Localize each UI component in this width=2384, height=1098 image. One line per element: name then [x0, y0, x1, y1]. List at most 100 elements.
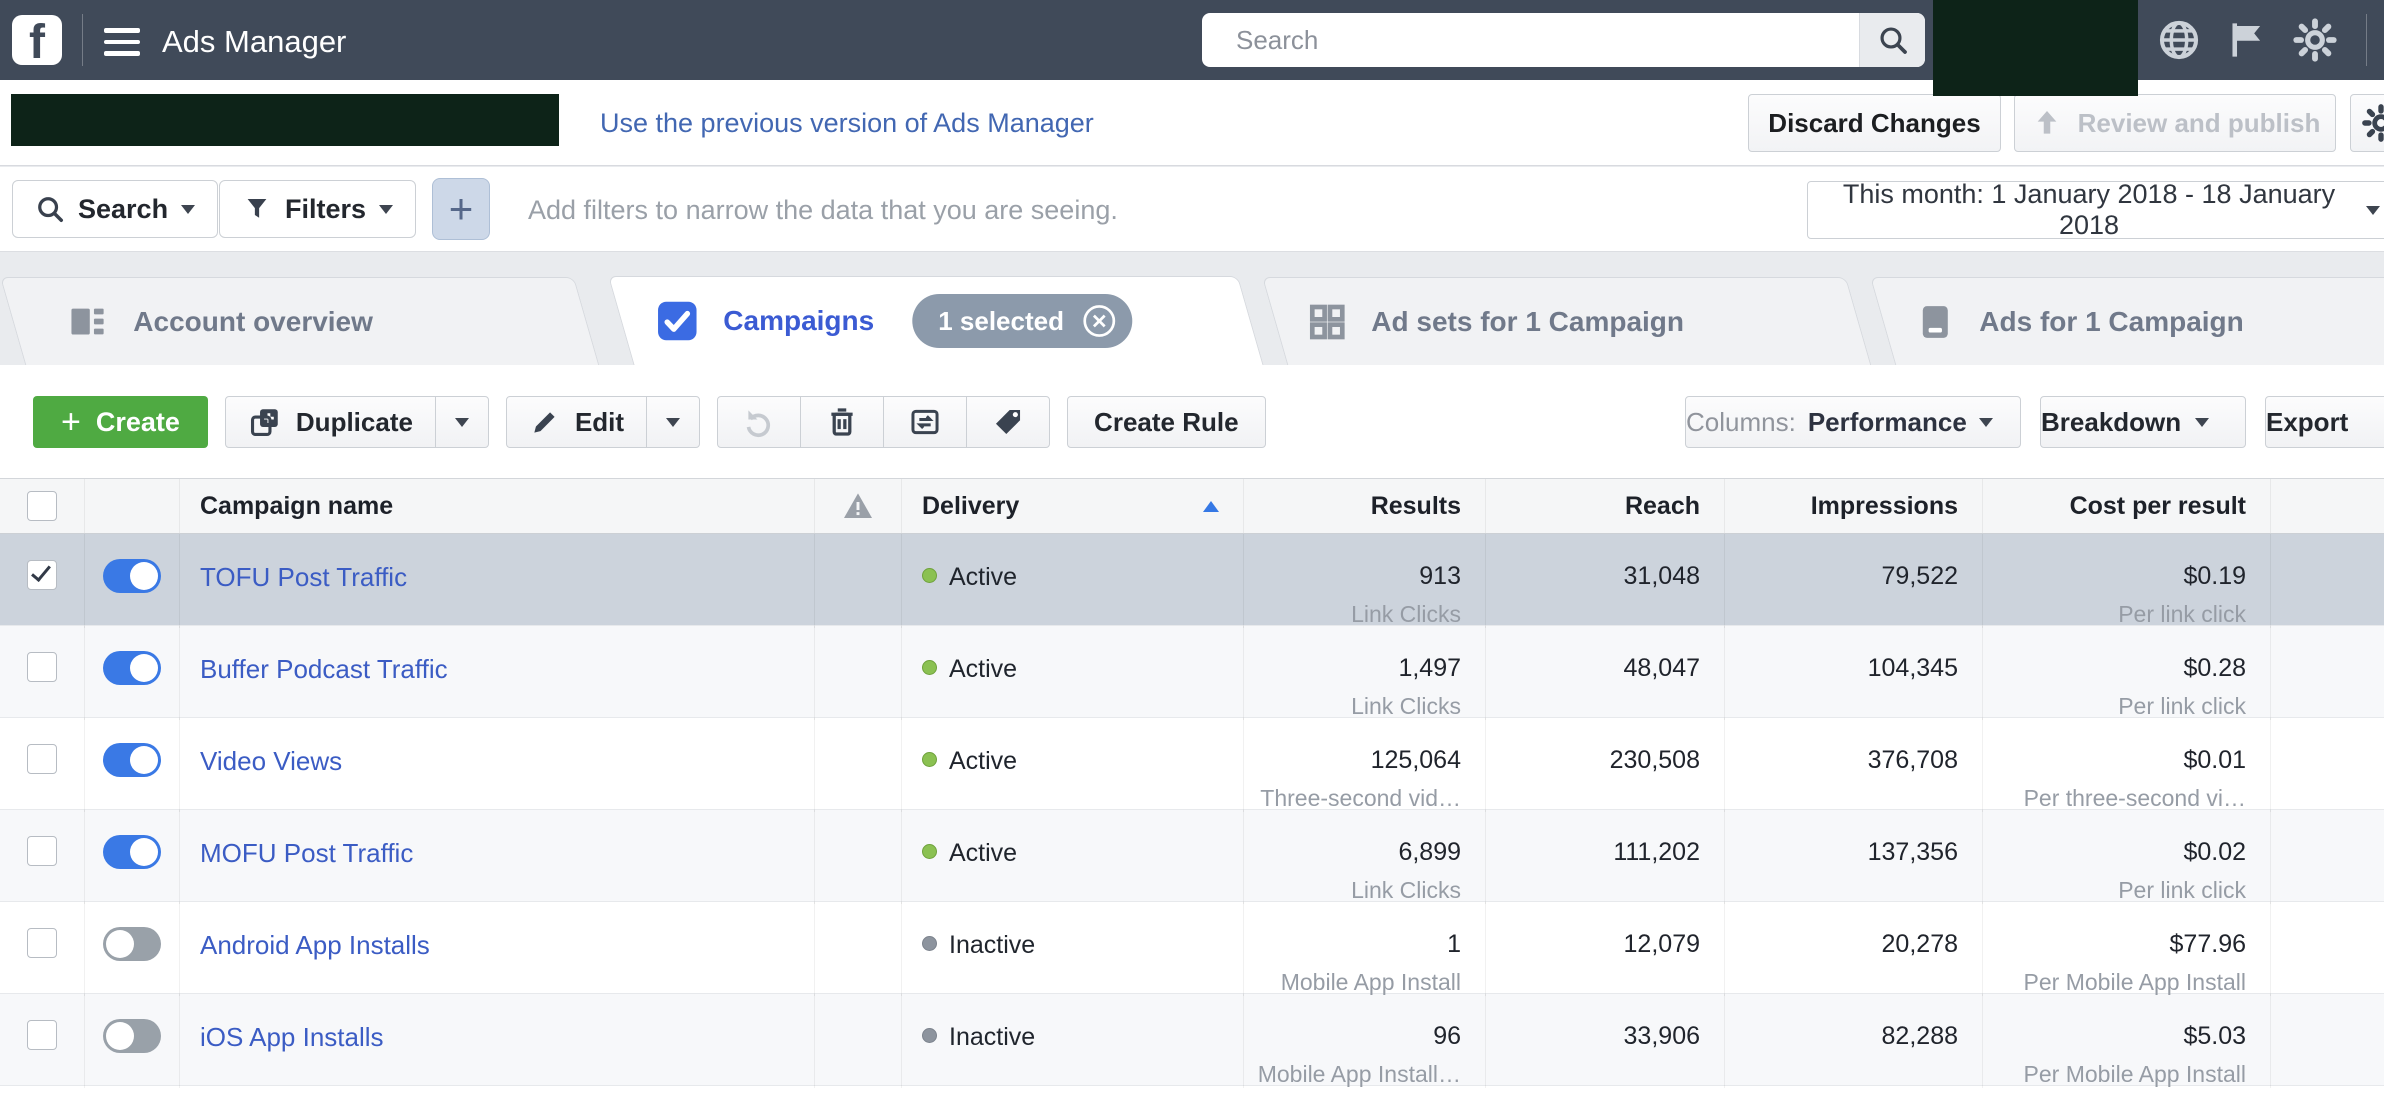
duplicate-label: Duplicate	[295, 406, 413, 437]
tab-account-overview[interactable]: Account overview	[0, 277, 600, 365]
columns-dropdown-button[interactable]: Columns: Performance	[1685, 396, 2021, 448]
row-checkbox[interactable]	[27, 928, 57, 958]
campaign-name-header[interactable]: Campaign name	[180, 479, 815, 533]
close-circle-icon[interactable]	[1080, 302, 1118, 340]
redacted-account-name	[1933, 0, 2138, 96]
edit-split-button: Edit	[505, 396, 701, 448]
date-range-label: This month: 1 January 2018 - 18 January …	[1842, 179, 2336, 240]
tab-ad-sets[interactable]: Ad sets for 1 Campaign	[1262, 277, 1872, 365]
results-cell: 125,064 Three-second vid…	[1244, 718, 1486, 812]
cost-per-result-cell: $0.28 Per link click	[1983, 626, 2271, 720]
gear-icon[interactable]	[2292, 17, 2338, 63]
columns-value-label: Performance	[1807, 406, 1967, 437]
discard-changes-button[interactable]: Discard Changes	[1748, 94, 2001, 152]
campaign-name-link[interactable]: iOS App Installs	[200, 1022, 384, 1052]
campaign-name-link[interactable]: MOFU Post Traffic	[200, 838, 413, 868]
export-button[interactable]: Export	[2265, 396, 2384, 448]
search-dropdown-button[interactable]: Search	[12, 180, 219, 238]
row-checkbox[interactable]	[27, 744, 57, 774]
campaign-status-toggle[interactable]	[103, 743, 161, 777]
abtest-button[interactable]	[883, 397, 966, 447]
review-and-publish-button[interactable]: Review and publish	[2014, 94, 2336, 152]
duplicate-button[interactable]: Duplicate	[226, 397, 435, 447]
flag-icon[interactable]	[2224, 17, 2270, 63]
menu-icon[interactable]	[104, 28, 140, 56]
impressions-cell: 104,345	[1725, 626, 1983, 720]
row-checkbox[interactable]	[27, 1020, 57, 1050]
reach-value: 230,508	[1609, 746, 1700, 774]
extra-cell	[2271, 534, 2384, 628]
campaign-status-toggle[interactable]	[103, 1019, 161, 1053]
edit-dropdown-button[interactable]	[646, 397, 699, 447]
create-label: Create	[95, 406, 180, 437]
create-button[interactable]: + Create	[33, 396, 208, 448]
facebook-logo-letter: f	[29, 16, 45, 69]
filters-dropdown-button[interactable]: Filters	[219, 180, 417, 238]
breakdown-dropdown-button[interactable]: Breakdown	[2040, 396, 2246, 448]
results-cell: 1,497 Link Clicks	[1244, 626, 1486, 720]
globe-icon[interactable]	[2156, 17, 2202, 63]
settings-gear-button[interactable]	[2350, 94, 2384, 152]
row-select-cell	[0, 810, 85, 904]
row-select-cell	[0, 718, 85, 812]
selected-count-badge: 1 selected	[912, 294, 1132, 348]
toggle-knob	[106, 1022, 134, 1050]
plus-icon: +	[61, 403, 81, 441]
campaign-status-toggle[interactable]	[103, 835, 161, 869]
redacted-account-title	[11, 94, 559, 146]
tab-ads[interactable]: Ads for 1 Campaign	[1870, 277, 2384, 365]
campaign-status-toggle[interactable]	[103, 559, 161, 593]
create-rule-button[interactable]: Create Rule	[1067, 396, 1266, 448]
campaign-name-link[interactable]: Android App Installs	[200, 930, 430, 960]
reach-cell: 111,202	[1486, 810, 1725, 904]
add-filter-button[interactable]: +	[432, 178, 490, 240]
nav-icon-group	[2156, 0, 2338, 80]
edit-button[interactable]: Edit	[507, 397, 646, 447]
reach-header[interactable]: Reach	[1486, 479, 1725, 533]
campaign-status-toggle[interactable]	[103, 927, 161, 961]
results-cell: 1 Mobile App Install	[1244, 902, 1486, 996]
campaigns-toolbar: + Create Duplicate Edit Create Rule Colu…	[0, 365, 2384, 478]
impressions-cell: 20,278	[1725, 902, 1983, 996]
select-all-checkbox[interactable]	[27, 491, 57, 521]
cost-per-result-cell: $5.03 Per Mobile App Install	[1983, 994, 2271, 1088]
previous-version-link[interactable]: Use the previous version of Ads Manager	[600, 108, 1094, 139]
nav-divider	[2366, 14, 2367, 66]
sort-asc-icon	[1203, 500, 1219, 512]
delivery-status-label: Active	[949, 747, 1018, 775]
facebook-logo[interactable]: f	[12, 15, 62, 69]
tab-ads-label: Ads for 1 Campaign	[1979, 305, 2244, 337]
results-value: 1,497	[1398, 654, 1461, 682]
delivery-header[interactable]: Delivery	[902, 479, 1244, 533]
campaign-status-toggle[interactable]	[103, 651, 161, 685]
search-input[interactable]	[1202, 13, 1859, 67]
search-submit-button[interactable]	[1859, 13, 1925, 67]
status-dot	[922, 660, 937, 675]
campaign-name-link[interactable]: Video Views	[200, 746, 342, 776]
row-checkbox[interactable]	[27, 836, 57, 866]
issues-cell	[815, 534, 902, 628]
tag-button[interactable]	[966, 397, 1049, 447]
duplicate-dropdown-button[interactable]	[434, 397, 488, 447]
results-header[interactable]: Results	[1244, 479, 1486, 533]
campaigns-checkbox-icon[interactable]	[655, 299, 699, 343]
reach-cell: 12,079	[1486, 902, 1725, 996]
cost-per-result-header[interactable]: Cost per result	[1983, 479, 2271, 533]
campaign-name-link[interactable]: Buffer Podcast Traffic	[200, 654, 448, 684]
impressions-header[interactable]: Impressions	[1725, 479, 1983, 533]
impressions-value: 376,708	[1867, 746, 1958, 774]
delivery-cell: Active	[902, 626, 1244, 720]
delivery-status-label: Active	[949, 563, 1018, 591]
delete-button[interactable]	[800, 397, 883, 447]
campaign-name-cell: Android App Installs	[180, 902, 815, 996]
warning-icon	[842, 490, 874, 522]
duplicate-split-button: Duplicate	[224, 396, 489, 448]
date-range-button[interactable]: This month: 1 January 2018 - 18 January …	[1807, 179, 2384, 240]
row-checkbox[interactable]	[27, 560, 57, 590]
results-type-label: Three-second vid…	[1260, 785, 1461, 811]
tab-campaigns[interactable]: Campaigns 1 selected	[608, 276, 1264, 365]
undo-button[interactable]	[718, 397, 800, 447]
campaign-name-link[interactable]: TOFU Post Traffic	[200, 562, 407, 592]
row-checkbox[interactable]	[27, 652, 57, 682]
search-icon	[1877, 24, 1909, 56]
